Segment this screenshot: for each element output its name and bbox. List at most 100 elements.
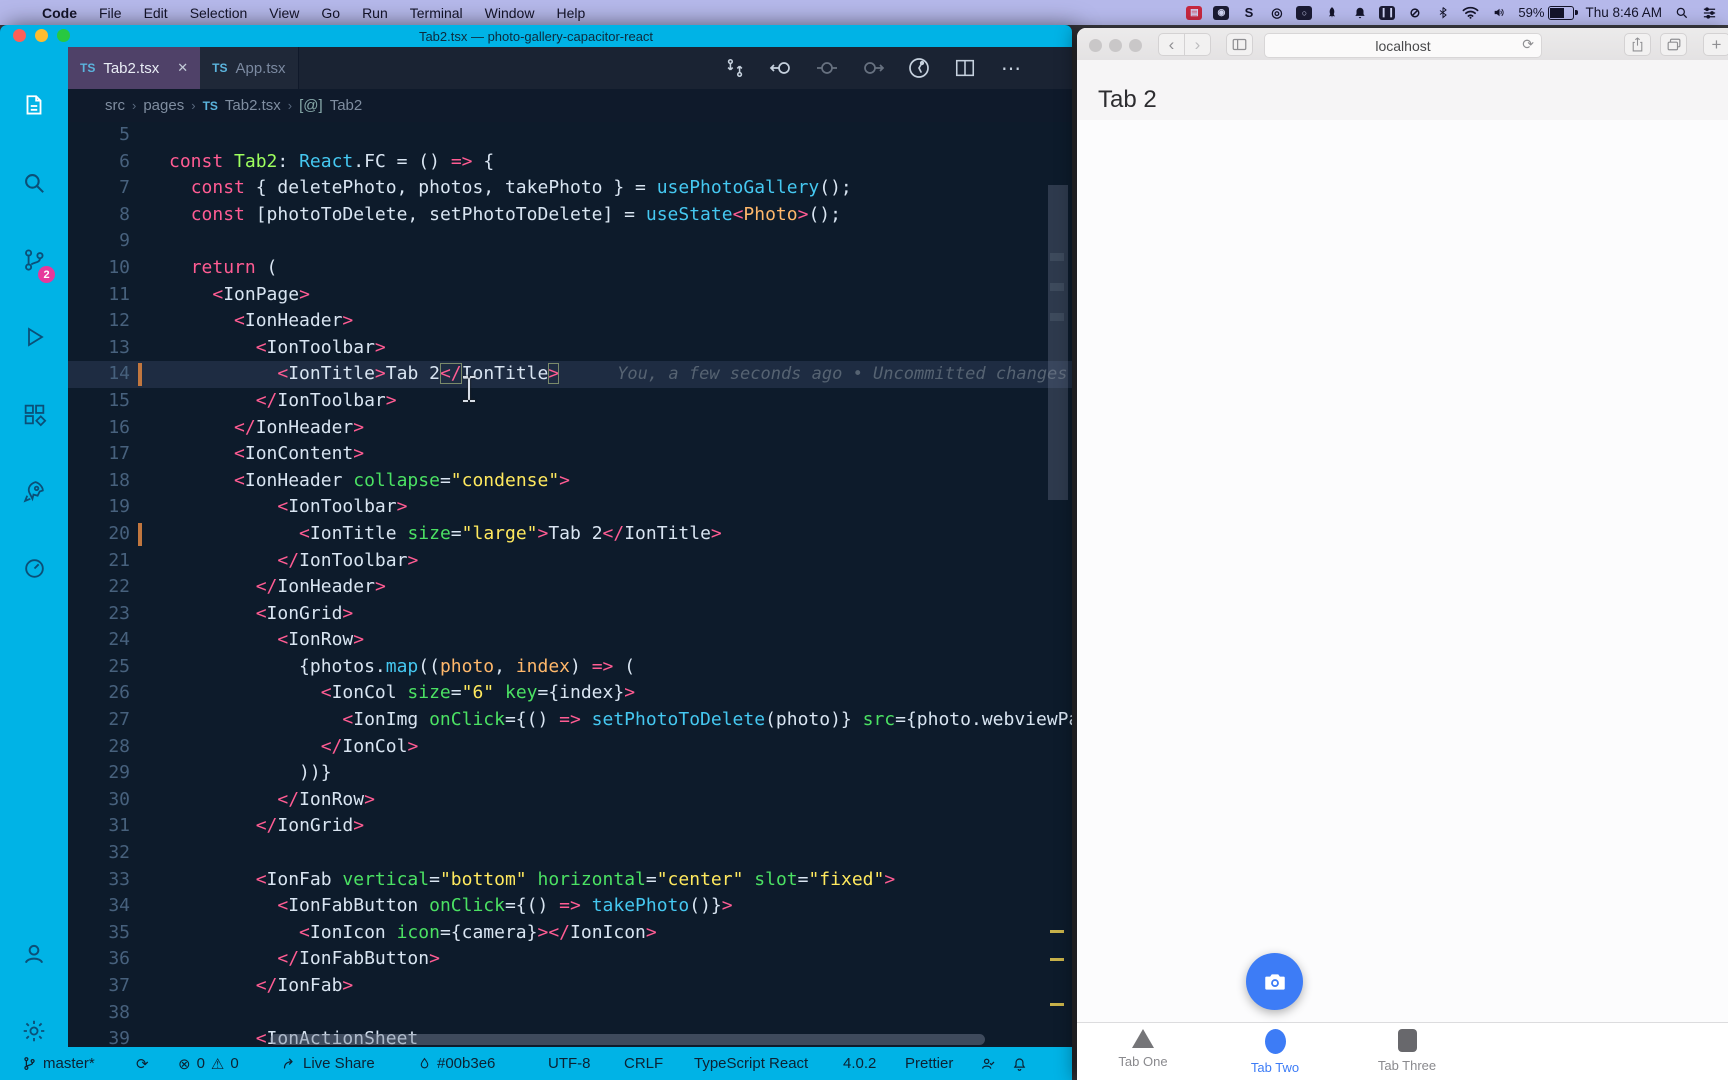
sidebar-toggle-icon[interactable]: [1226, 33, 1253, 56]
git-branch-item[interactable]: master*: [22, 1047, 95, 1080]
code-line-6[interactable]: 6 const Tab2: React.FC = () => {: [68, 149, 1072, 176]
editor-horizontal-scrollbar[interactable]: [270, 1034, 985, 1045]
problems-item[interactable]: ⊗ 0 ⚠ 0: [178, 1047, 239, 1080]
code-line-27[interactable]: 27 <IonImg onClick={() => setPhotoToDele…: [68, 707, 1072, 734]
app-tab-tab-one[interactable]: Tab One: [1078, 1029, 1208, 1079]
record-icon[interactable]: ◎: [1268, 4, 1285, 21]
camera-fab-button[interactable]: [1246, 953, 1303, 1010]
navigate-forward-icon[interactable]: [858, 53, 888, 83]
navigate-position-icon[interactable]: [812, 53, 842, 83]
live-share-rocket-icon[interactable]: [0, 465, 68, 517]
tab-overview-icon[interactable]: [1660, 33, 1687, 56]
code-line-30[interactable]: 30 </IonRow>: [68, 787, 1072, 814]
peacock-color-item[interactable]: #00b3e6: [418, 1047, 495, 1080]
menu-help[interactable]: Help: [556, 5, 585, 21]
editor-vertical-scrollbar[interactable]: [1048, 185, 1068, 500]
code-line-25[interactable]: 25 {photos.map((photo, index) => (: [68, 654, 1072, 681]
live-share-item[interactable]: Live Share: [282, 1047, 375, 1080]
source-control-icon[interactable]: 2: [0, 234, 68, 286]
language-mode-item[interactable]: TypeScript React: [694, 1047, 808, 1080]
menu-run[interactable]: Run: [362, 5, 388, 21]
code-line-16[interactable]: 16 </IonHeader>: [68, 415, 1072, 442]
volume-icon[interactable]: [1490, 4, 1507, 21]
menu-bar-clock[interactable]: Thu 8:46 AM: [1585, 5, 1662, 20]
breadcrumb-src[interactable]: src: [105, 97, 125, 114]
explorer-icon[interactable]: [0, 80, 68, 132]
safari-zoom-button[interactable]: [1129, 39, 1142, 52]
code-line-23[interactable]: 23 <IonGrid>: [68, 601, 1072, 628]
test-gauge-icon[interactable]: [0, 542, 68, 594]
notification-bell-icon[interactable]: [1351, 4, 1368, 21]
feedback-icon[interactable]: [980, 1047, 996, 1080]
code-line-35[interactable]: 35 <IonIcon icon={camera}></IonIcon>: [68, 920, 1072, 947]
accounts-icon[interactable]: [0, 928, 68, 980]
tab-apptsx[interactable]: TS App.tsx: [200, 47, 299, 89]
reload-icon[interactable]: ⟳: [1522, 36, 1534, 53]
code-line-15[interactable]: 15 </IonToolbar>: [68, 388, 1072, 415]
minimize-window-button[interactable]: [35, 29, 48, 42]
navigate-back-icon[interactable]: [766, 53, 796, 83]
menu-code[interactable]: Code: [42, 5, 77, 21]
back-button[interactable]: ‹: [1158, 33, 1185, 56]
code-line-29[interactable]: 29 ))}: [68, 760, 1072, 787]
code-line-7[interactable]: 7 const { deletePhoto, photos, takePhoto…: [68, 175, 1072, 202]
do-not-disturb-icon[interactable]: ⊘: [1406, 4, 1423, 21]
code-line-8[interactable]: 8 const [photoToDelete, setPhotoToDelete…: [68, 202, 1072, 229]
zoom-window-button[interactable]: [57, 29, 70, 42]
code-line-34[interactable]: 34 <IonFabButton onClick={() => takePhot…: [68, 893, 1072, 920]
code-line-37[interactable]: 37 </IonFab>: [68, 973, 1072, 1000]
code-line-26[interactable]: 26 <IonCol size="6" key={index}>: [68, 680, 1072, 707]
share-icon[interactable]: [1624, 33, 1651, 56]
wifi-icon[interactable]: [1462, 4, 1479, 21]
more-actions-icon[interactable]: ⋯: [996, 53, 1026, 83]
extensions-icon[interactable]: [0, 388, 68, 440]
breadcrumb-symbol[interactable]: Tab2: [330, 97, 363, 114]
app-tab-tab-two[interactable]: Tab Two: [1210, 1029, 1340, 1079]
search-icon[interactable]: [0, 157, 68, 209]
formatter-item[interactable]: Prettier: [905, 1047, 953, 1080]
rocket-menu-icon[interactable]: [1323, 4, 1340, 21]
code-line-36[interactable]: 36 </IonFabButton>: [68, 946, 1072, 973]
code-line-10[interactable]: 10 return (: [68, 255, 1072, 282]
close-tab-icon[interactable]: ✕: [177, 60, 188, 76]
code-line-38[interactable]: 38: [68, 1000, 1072, 1027]
code-line-31[interactable]: 31 </IonGrid>: [68, 813, 1072, 840]
window-manager-icon[interactable]: ❙❙: [1379, 5, 1396, 20]
menu-go[interactable]: Go: [321, 5, 340, 21]
code-line-17[interactable]: 17 <IonContent>: [68, 441, 1072, 468]
code-line-18[interactable]: 18 <IonHeader collapse="condense">: [68, 468, 1072, 495]
code-line-28[interactable]: 28 </IonCol>: [68, 734, 1072, 761]
code-line-24[interactable]: 24 <IonRow>: [68, 627, 1072, 654]
vscode-title-bar[interactable]: Tab2.tsx — photo-gallery-capacitor-react: [0, 25, 1072, 47]
sync-icon[interactable]: ⟳: [136, 1047, 149, 1080]
menu-window[interactable]: Window: [485, 5, 535, 21]
camera-app-icon[interactable]: ◉: [1213, 5, 1230, 20]
s-app-icon[interactable]: S: [1240, 4, 1257, 21]
safari-minimize-button[interactable]: [1109, 39, 1122, 52]
film-app-icon[interactable]: ▤: [1186, 5, 1203, 20]
app-tab-tab-three[interactable]: Tab Three: [1342, 1029, 1472, 1079]
encoding-item[interactable]: UTF-8: [548, 1047, 591, 1080]
ring-app-icon[interactable]: ○: [1296, 5, 1313, 20]
control-center-icon[interactable]: [1701, 4, 1718, 21]
safari-close-button[interactable]: [1089, 39, 1102, 52]
version-item[interactable]: 4.0.2: [843, 1047, 876, 1080]
tab-tab2tsx[interactable]: TS Tab2.tsx ✕: [68, 47, 201, 89]
code-line-14[interactable]: 14 <IonTitle>Tab 2</IonTitle> You, a few …: [68, 361, 1072, 388]
breadcrumb-pages[interactable]: pages: [143, 97, 184, 114]
menu-terminal[interactable]: Terminal: [410, 5, 463, 21]
breadcrumb-file[interactable]: Tab2.tsx: [225, 97, 281, 114]
code-line-33[interactable]: 33 <IonFab vertical="bottom" horizontal=…: [68, 867, 1072, 894]
code-line-21[interactable]: 21 </IonToolbar>: [68, 548, 1072, 575]
menu-view[interactable]: View: [269, 5, 299, 21]
menu-selection[interactable]: Selection: [190, 5, 248, 21]
code-line-11[interactable]: 11 <IonPage>: [68, 282, 1072, 309]
close-window-button[interactable]: [13, 29, 26, 42]
code-line-19[interactable]: 19 <IonToolbar>: [68, 494, 1072, 521]
code-line-9[interactable]: 9: [68, 228, 1072, 255]
code-line-20[interactable]: 20 <IonTitle size="large">Tab 2</IonTitl…: [68, 521, 1072, 548]
open-changes-icon[interactable]: [720, 53, 750, 83]
split-editor-icon[interactable]: [950, 53, 980, 83]
bluetooth-icon[interactable]: [1434, 4, 1451, 21]
run-debug-icon[interactable]: [0, 311, 68, 363]
